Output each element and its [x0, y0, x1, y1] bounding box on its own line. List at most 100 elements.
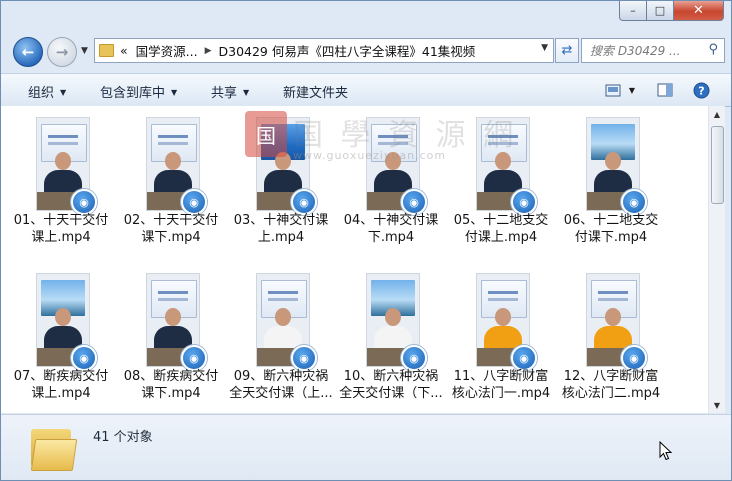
file-item[interactable]: ◉ 08、断疾病交付 课下.mp4	[119, 262, 223, 402]
address-dropdown-icon[interactable]: ▼	[541, 43, 548, 53]
navigation-bar: ← → ▼ « 国学资源... ▶ D30429 何易声《四柱八字全课程》41集…	[1, 35, 731, 67]
file-item[interactable]: ◉ 04、十神交付课 下.mp4	[339, 106, 443, 246]
maximize-button[interactable]: □	[646, 1, 674, 21]
scroll-down-icon[interactable]: ▼	[709, 397, 725, 413]
thumbnail-person-head	[55, 152, 71, 170]
forward-button[interactable]: →	[47, 37, 77, 67]
chevron-down-icon: ▼	[60, 88, 67, 97]
item-count: 41 个对象	[93, 430, 153, 445]
search-input[interactable]	[588, 42, 704, 59]
file-name: 05、十二地支交 付课上.mp4	[449, 212, 553, 246]
organize-label: 组织	[28, 86, 55, 101]
file-name: 03、十神交付课 上.mp4	[229, 212, 333, 246]
file-name-line-2: 付课上.mp4	[464, 230, 538, 245]
title-bar: – □ ✕	[1, 1, 731, 31]
refresh-icon: ⇄	[561, 43, 573, 58]
thumbnail-person-head	[275, 152, 291, 170]
scrollbar-thumb[interactable]	[711, 126, 724, 204]
thumbnail-person-head	[605, 152, 621, 170]
svg-text:?: ?	[698, 84, 704, 97]
file-item[interactable]: ◉ 11、八字断财富 核心法门一.mp4	[449, 262, 553, 402]
breadcrumb-parent[interactable]: 国学资源...	[136, 41, 198, 60]
include-in-library-label: 包含到库中	[100, 86, 166, 101]
file-name-line-1: 08、断疾病交付	[123, 369, 219, 384]
organize-menu[interactable]: 组织 ▼	[28, 82, 66, 101]
chevron-down-icon: ▼	[243, 88, 250, 97]
file-name: 12、八字断财富 核心法门二.mp4	[559, 368, 663, 402]
file-name: 10、断六种灾祸 全天交付课（下...	[339, 368, 443, 402]
close-button[interactable]: ✕	[673, 1, 724, 21]
breadcrumb-overflow[interactable]: «	[120, 43, 128, 58]
mouse-cursor-icon	[659, 441, 673, 461]
file-name-line-2: 核心法门一.mp4	[451, 386, 551, 401]
command-bar: 组织 ▼ 包含到库中 ▼ 共享 ▼ 新建文件夹 ▼ ?	[1, 73, 731, 107]
change-view-button[interactable]: ▼	[600, 80, 640, 100]
file-name: 11、八字断财富 核心法门一.mp4	[449, 368, 553, 402]
folder-icon	[30, 425, 78, 471]
file-name-line-2: 课下.mp4	[141, 230, 201, 245]
include-in-library-menu[interactable]: 包含到库中 ▼	[100, 82, 177, 101]
file-name-line-1: 12、八字断财富	[563, 369, 659, 384]
file-name-line-2: 课上.mp4	[31, 386, 91, 401]
help-button[interactable]: ?	[691, 80, 711, 100]
folder-icon	[99, 44, 114, 57]
scroll-up-icon[interactable]: ▲	[709, 106, 725, 122]
file-item[interactable]: ◉ 01、十天干交付 课上.mp4	[9, 106, 113, 246]
file-name-line-2: 课上.mp4	[31, 230, 91, 245]
file-name: 07、断疾病交付 课上.mp4	[9, 368, 113, 402]
share-menu[interactable]: 共享 ▼	[211, 82, 249, 101]
file-name-line-2: 付课下.mp4	[574, 230, 648, 245]
file-item[interactable]: ◉ 12、八字断财富 核心法门二.mp4	[559, 262, 663, 402]
file-item[interactable]: ◉ 10、断六种灾祸 全天交付课（下...	[339, 262, 443, 402]
file-name-line-1: 11、八字断财富	[453, 369, 549, 384]
recent-pages-dropdown[interactable]: ▼	[81, 46, 88, 56]
file-name-line-1: 01、十天干交付	[13, 213, 109, 228]
view-icon	[605, 84, 621, 96]
arrow-left-icon: ←	[21, 43, 35, 61]
file-item[interactable]: ◉ 09、断六种灾祸 全天交付课（上...	[229, 262, 333, 402]
file-name-line-2: 全天交付课（上...	[229, 386, 333, 401]
thumbnail-person-head	[385, 308, 401, 326]
file-name-line-1: 10、断六种灾祸	[343, 369, 439, 384]
file-name-line-1: 07、断疾病交付	[13, 369, 109, 384]
help-icon: ?	[693, 82, 709, 98]
thumbnail-person-head	[605, 308, 621, 326]
details-pane: 41 个对象	[1, 414, 731, 480]
file-name-line-2: 核心法门二.mp4	[561, 386, 661, 401]
back-button[interactable]: ←	[13, 37, 43, 67]
file-item[interactable]: ◉ 07、断疾病交付 课上.mp4	[9, 262, 113, 402]
file-name-line-2: 全天交付课（下...	[339, 386, 443, 401]
file-list[interactable]: ◉ 01、十天干交付 课上.mp4 ◉ 02、十天干交付 课下.mp4 ◉ 03、十神交付课上…	[1, 106, 708, 413]
file-item[interactable]: ◉ 02、十天干交付 课下.mp4	[119, 106, 223, 246]
thumbnail-person-head	[55, 308, 71, 326]
file-name-line-2: 课下.mp4	[141, 386, 201, 401]
chevron-down-icon: ▼	[628, 85, 636, 95]
file-name: 01、十天干交付 课上.mp4	[9, 212, 113, 246]
file-name: 02、十天干交付 课下.mp4	[119, 212, 223, 246]
preview-pane-icon	[657, 83, 673, 97]
search-box[interactable]: ⚲	[581, 38, 725, 63]
file-name-line-2: 下.mp4	[367, 230, 415, 245]
thumbnail-person-head	[165, 308, 181, 326]
new-folder-button[interactable]: 新建文件夹	[283, 82, 348, 101]
file-name-line-1: 05、十二地支交	[453, 213, 549, 228]
address-bar[interactable]: « 国学资源... ▶ D30429 何易声《四柱八字全课程》41集视频 ▼	[94, 38, 554, 63]
file-name-line-1: 03、十神交付课	[233, 213, 329, 228]
thumbnail-person-head	[495, 152, 511, 170]
file-item[interactable]: ◉ 06、十二地支交 付课下.mp4	[559, 106, 663, 246]
refresh-button[interactable]: ⇄	[555, 38, 579, 63]
vertical-scrollbar[interactable]: ▲ ▼	[708, 106, 725, 413]
chevron-down-icon: ▼	[171, 88, 178, 97]
breadcrumb-current[interactable]: D30429 何易声《四柱八字全课程》41集视频	[219, 41, 476, 60]
breadcrumb-separator-icon[interactable]: ▶	[205, 46, 212, 56]
thumbnail-person-head	[385, 152, 401, 170]
file-item[interactable]: ◉ 03、十神交付课 上.mp4	[229, 106, 333, 246]
file-item[interactable]: ◉ 05、十二地支交 付课上.mp4	[449, 106, 553, 246]
file-name: 08、断疾病交付 课下.mp4	[119, 368, 223, 402]
file-name-line-1: 02、十天干交付	[123, 213, 219, 228]
explorer-window: – □ ✕ ← → ▼ « 国学资源... ▶ D30429 何易声《四柱八字全…	[0, 0, 732, 481]
file-name-line-1: 04、十神交付课	[343, 213, 439, 228]
search-icon[interactable]: ⚲	[708, 42, 718, 57]
preview-pane-button[interactable]	[655, 80, 675, 100]
minimize-button[interactable]: –	[619, 1, 647, 21]
